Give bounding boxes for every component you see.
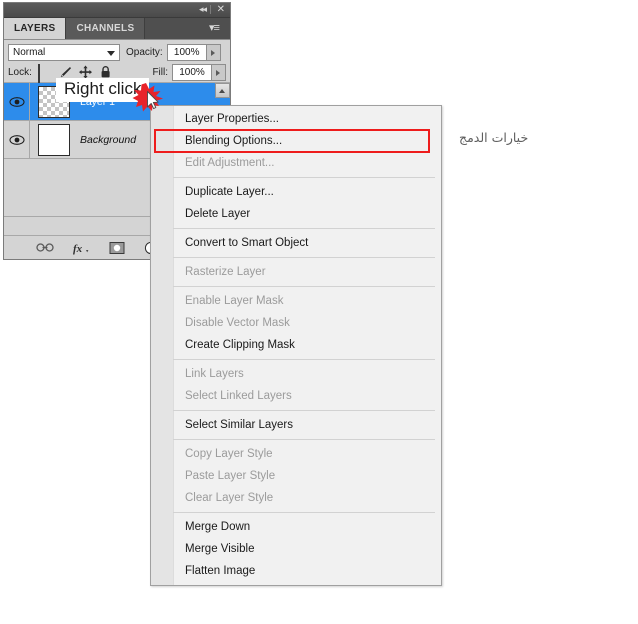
fill-input[interactable]: 100% — [172, 64, 212, 81]
svg-text:fx: fx — [73, 243, 83, 255]
opacity-slider-arrow-icon[interactable] — [207, 44, 221, 61]
fill-slider-arrow-icon[interactable] — [212, 64, 226, 81]
layer-name: Background — [80, 134, 136, 146]
tab-layers[interactable]: LAYERS — [4, 18, 66, 39]
layer-thumbnail[interactable] — [38, 124, 70, 156]
menu-item-delete-layer[interactable]: Delete Layer — [151, 203, 441, 225]
menu-item-blending-options[interactable]: Blending Options... — [155, 130, 429, 152]
menu-item-link-layers: Link Layers — [151, 363, 441, 385]
lock-position-icon[interactable] — [78, 65, 93, 79]
opacity-label: Opacity: — [126, 47, 163, 58]
blend-mode-select[interactable]: Normal — [8, 44, 120, 61]
menu-item-select-similar-layers[interactable]: Select Similar Layers — [151, 414, 441, 436]
add-layer-mask-icon[interactable] — [108, 240, 126, 256]
menu-item-rasterize-layer: Rasterize Layer — [151, 261, 441, 283]
collapse-arrows-icon[interactable]: ◂◂ — [199, 4, 206, 16]
menu-item-flatten-image[interactable]: Flatten Image — [151, 560, 441, 582]
eye-icon — [9, 96, 25, 108]
tab-channels[interactable]: CHANNELS — [66, 18, 145, 39]
titlebar-separator: | — [209, 4, 212, 16]
layer-context-menu: Layer Properties... Blending Options... … — [150, 105, 442, 586]
menu-separator — [173, 177, 435, 178]
menu-item-merge-down[interactable]: Merge Down — [151, 516, 441, 538]
lock-image-pixels-icon[interactable] — [58, 65, 73, 79]
link-layers-icon[interactable] — [36, 240, 54, 256]
menu-item-edit-adjustment: Edit Adjustment... — [151, 152, 441, 174]
fill-label: Fill: — [152, 67, 168, 78]
menu-item-merge-visible[interactable]: Merge Visible — [151, 538, 441, 560]
menu-item-select-linked-layers: Select Linked Layers — [151, 385, 441, 407]
starburst-cursor-icon — [132, 82, 164, 112]
menu-item-duplicate-layer[interactable]: Duplicate Layer... — [151, 181, 441, 203]
add-layer-style-icon[interactable]: fx — [72, 240, 90, 256]
menu-item-layer-properties[interactable]: Layer Properties... — [151, 108, 441, 130]
menu-item-create-clipping-mask[interactable]: Create Clipping Mask — [151, 334, 441, 356]
menu-item-clear-layer-style: Clear Layer Style — [151, 487, 441, 509]
arabic-annotation: خيارات الدمج — [459, 130, 528, 145]
menu-item-convert-to-smart-object[interactable]: Convert to Smart Object — [151, 232, 441, 254]
menu-item-disable-vector-mask: Disable Vector Mask — [151, 312, 441, 334]
menu-separator — [173, 286, 435, 287]
menu-separator — [173, 410, 435, 411]
layer-visibility-toggle[interactable] — [4, 83, 30, 120]
menu-item-enable-layer-mask: Enable Layer Mask — [151, 290, 441, 312]
lock-all-icon[interactable] — [98, 65, 113, 79]
close-icon[interactable]: ✕ — [217, 4, 225, 16]
menu-separator — [173, 257, 435, 258]
menu-item-copy-layer-style: Copy Layer Style — [151, 443, 441, 465]
blend-mode-row: Normal Opacity: 100% — [4, 40, 230, 62]
eye-icon — [9, 134, 25, 146]
lock-transparent-pixels-icon[interactable] — [38, 65, 53, 79]
panel-menu-icon[interactable]: ▾≡ — [209, 22, 225, 34]
opacity-input[interactable]: 100% — [167, 44, 207, 61]
blend-mode-value: Normal — [13, 47, 45, 58]
menu-separator — [173, 228, 435, 229]
layer-visibility-toggle[interactable] — [4, 121, 30, 158]
lock-label: Lock: — [8, 67, 32, 78]
panel-tabs: LAYERS CHANNELS ▾≡ — [4, 18, 230, 40]
scroll-up-arrow-icon[interactable] — [215, 83, 230, 98]
menu-item-paste-layer-style: Paste Layer Style — [151, 465, 441, 487]
menu-separator — [173, 512, 435, 513]
panel-titlebar: ◂◂ | ✕ — [4, 3, 230, 18]
chevron-down-icon — [107, 51, 115, 56]
menu-separator — [173, 359, 435, 360]
menu-separator — [173, 439, 435, 440]
